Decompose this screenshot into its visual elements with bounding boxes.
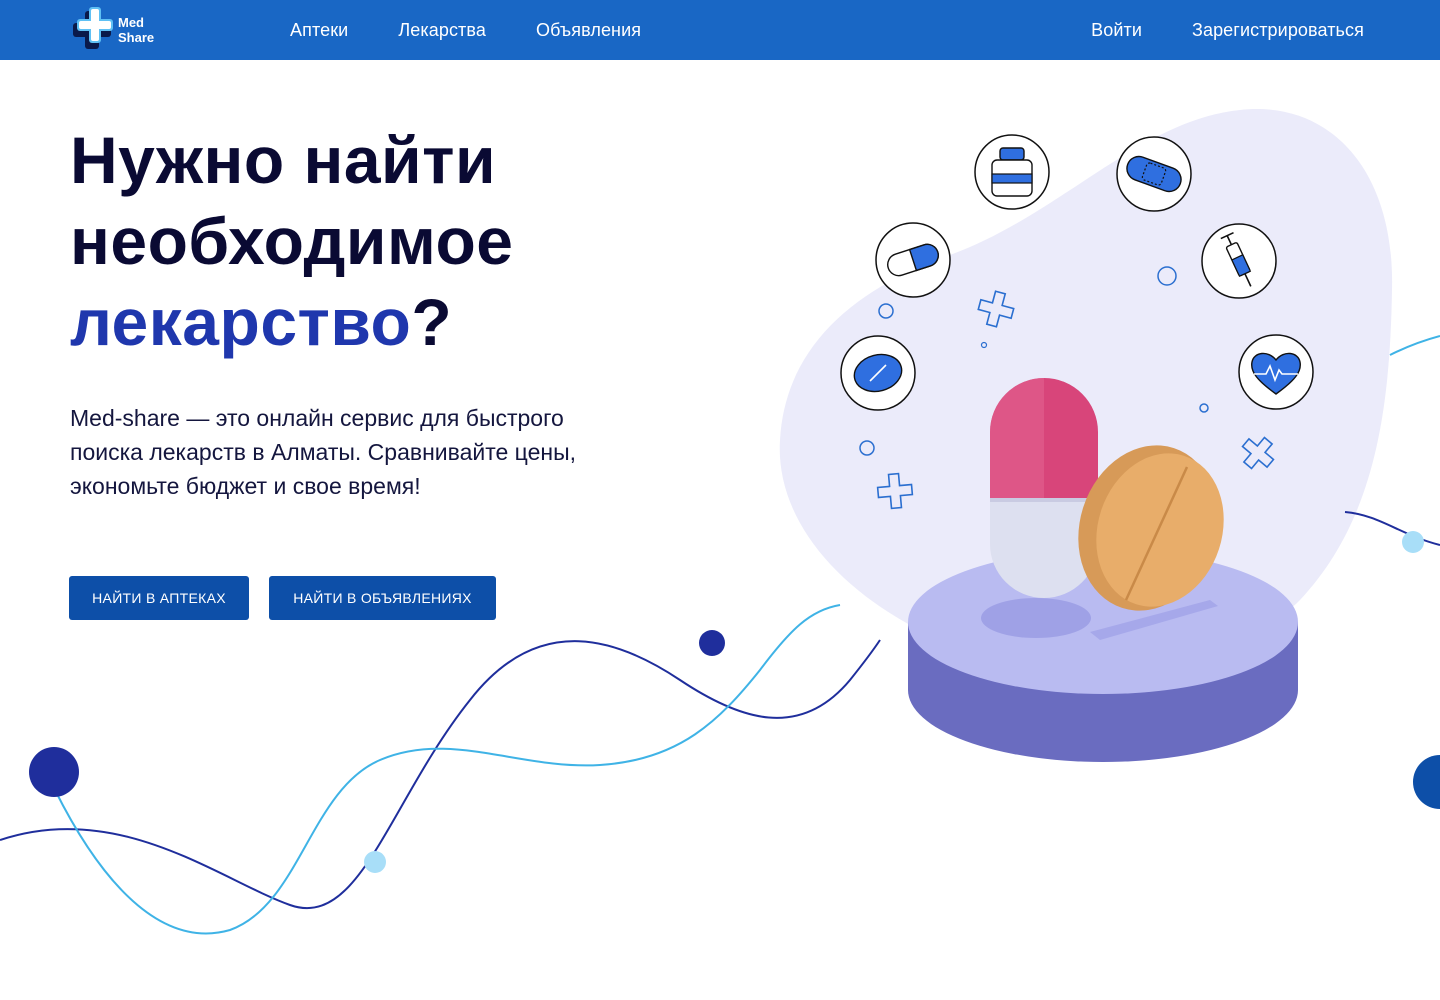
capsule-icon [875,222,951,298]
wave-right-light [1389,335,1440,356]
wave-dark [0,639,881,909]
dot-large-dark [29,747,79,797]
logo-line-1: Med [118,15,144,30]
hero-title-line-1: Нужно найти [70,123,497,197]
auth-nav: Войти Зарегистрироваться [1091,0,1364,60]
hero-title-accent: лекарство [70,285,412,359]
bandage-icon [1116,136,1192,212]
wave-light [54,604,841,935]
dot-right-blue [1413,755,1440,809]
hero-title-line-2: необходимое [70,204,514,278]
heart-pulse-icon [1238,334,1314,410]
dot-mid-dark [699,630,725,656]
nav-link-pharmacies[interactable]: Аптеки [290,20,348,41]
hero-title-question: ? [411,285,453,359]
dot-light [364,851,386,873]
find-in-pharmacies-button[interactable]: НАЙТИ В АПТЕКАХ [69,576,249,620]
nav-link-ads[interactable]: Объявления [536,20,641,41]
top-navigation-bar: Med Share Аптеки Лекарства Объявления Во… [0,0,1440,60]
find-in-ads-button[interactable]: НАЙТИ В ОБЪЯВЛЕНИЯХ [269,576,496,620]
logo-text: Med Share [118,15,154,45]
wave-right-dark [1344,511,1440,546]
login-link[interactable]: Войти [1091,20,1142,41]
register-link[interactable]: Зарегистрироваться [1192,20,1364,41]
dot-right-light [1402,531,1424,553]
nav-link-medicines[interactable]: Лекарства [398,20,486,41]
hero-title: Нужно найти необходимое лекарство? [70,120,690,363]
tablet-icon [840,335,916,411]
logo-line-2: Share [118,30,155,45]
syringe-icon [1201,223,1277,299]
logo-cross-icon [73,7,113,49]
pill-bottle-icon [974,134,1050,210]
hero-description: Med-share — это онлайн сервис для быстро… [70,405,577,499]
logo[interactable]: Med Share [70,7,170,53]
main-nav: Аптеки Лекарства Объявления [290,0,691,60]
